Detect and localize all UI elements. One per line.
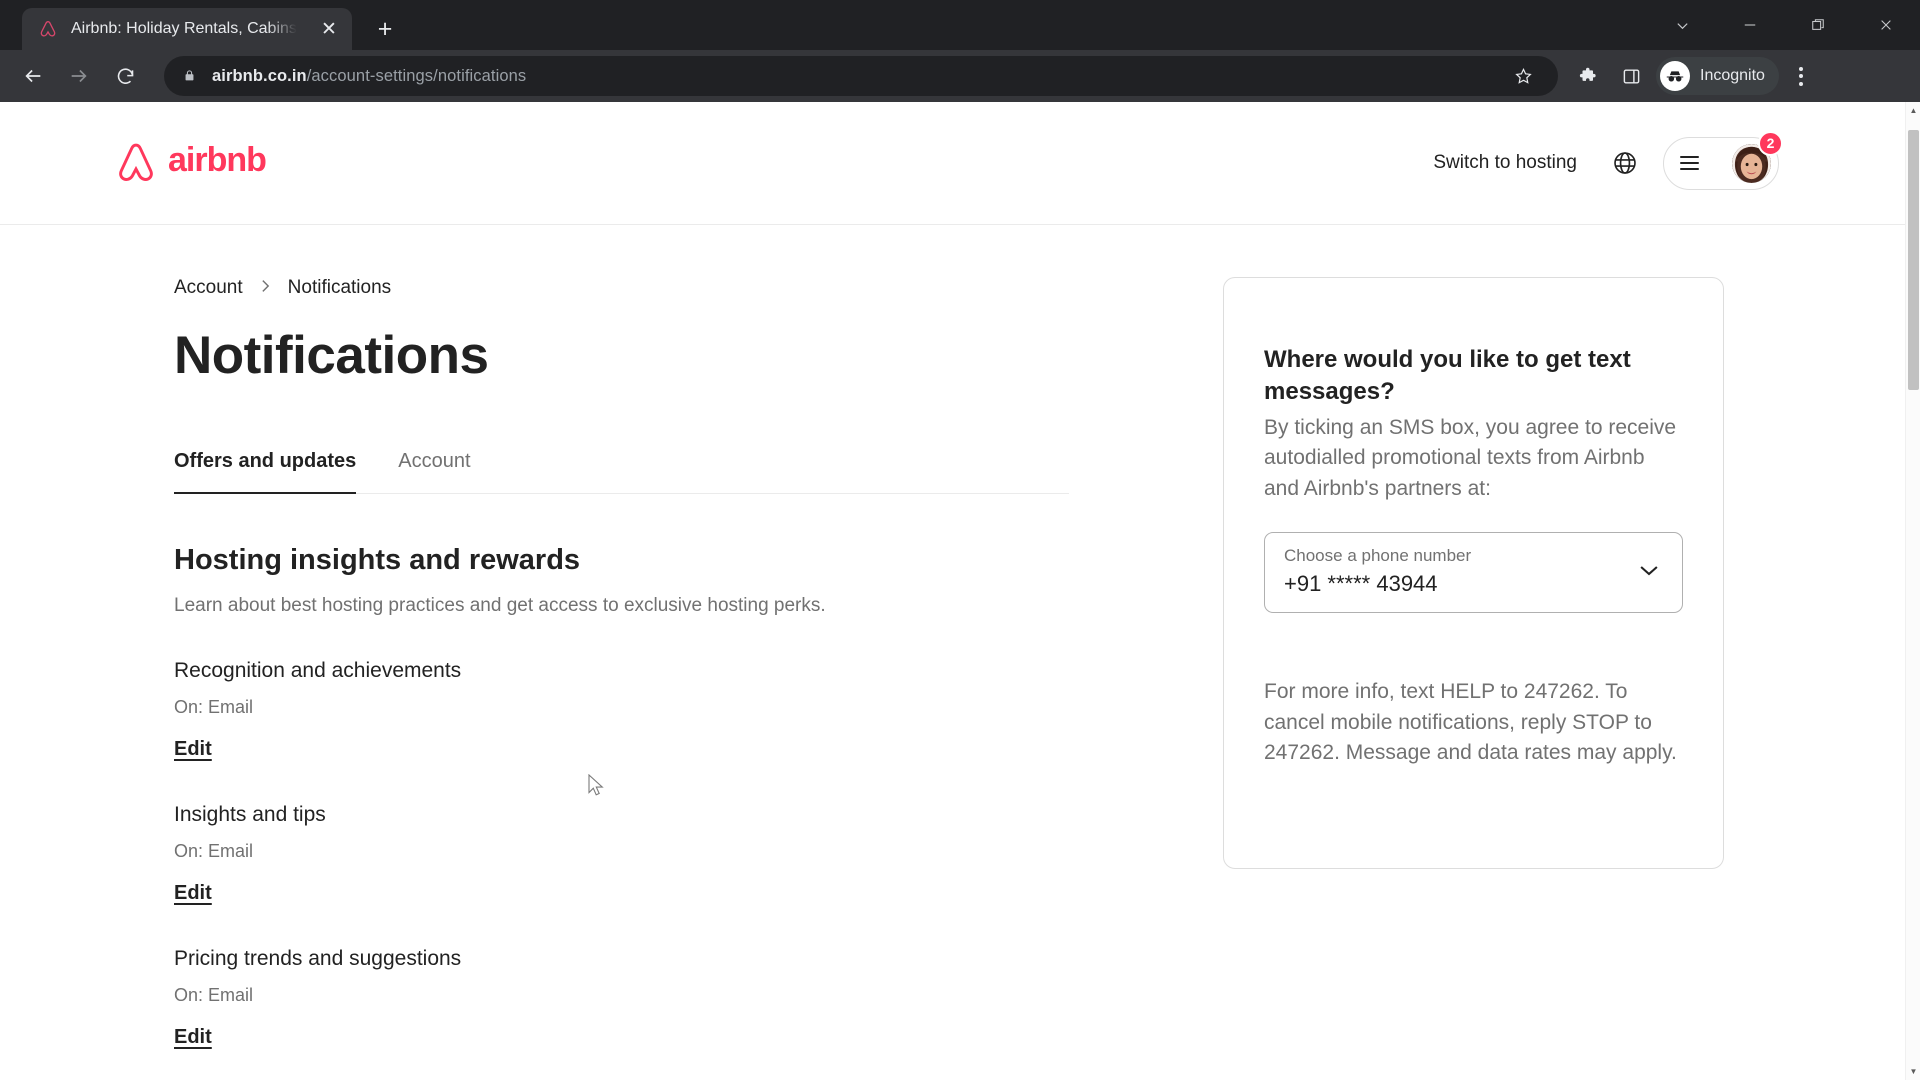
airbnb-logo-text: airbnb (168, 141, 303, 185)
notification-row: Insights and tips On: Email Edit (174, 803, 1069, 905)
switch-to-hosting-button[interactable]: Switch to hosting (1415, 139, 1595, 187)
svg-text:airbnb: airbnb (168, 142, 266, 179)
window-controls (1648, 0, 1920, 50)
sms-card-footer: For more info, text HELP to 247262. To c… (1264, 680, 1677, 764)
settings-tabs: Offers and updates Account (174, 450, 1069, 494)
sms-card-description: By ticking an SMS box, you agree to rece… (1264, 415, 1677, 500)
sms-card-title: Where would you like to get text message… (1264, 346, 1631, 406)
maximize-button[interactable] (1784, 0, 1852, 50)
notification-name: Insights and tips (174, 803, 326, 826)
breadcrumb-item-account[interactable]: Account (174, 277, 243, 299)
edit-link[interactable]: Edit (174, 738, 212, 761)
incognito-icon (1660, 61, 1690, 91)
section-subtitle: Learn about best hosting practices and g… (174, 595, 826, 616)
extensions-icon[interactable] (1568, 55, 1610, 97)
scroll-up-arrow[interactable]: ▲ (1906, 102, 1920, 119)
page-viewport: airbnb Switch to hosting 2 Account Notif… (0, 102, 1920, 1080)
toolbar-icons: Incognito (1568, 55, 1821, 97)
page-scrollbar[interactable]: ▲ ▼ (1905, 102, 1920, 1080)
close-window-button[interactable] (1852, 0, 1920, 50)
reload-button[interactable] (104, 55, 146, 97)
notification-row: Pricing trends and suggestions On: Email… (174, 947, 1069, 1049)
breadcrumb: Account Notifications (174, 277, 1069, 299)
scrollbar-thumb[interactable] (1908, 130, 1919, 390)
lock-icon (180, 67, 198, 85)
airbnb-logo-icon (115, 141, 157, 186)
notification-status: On: Email (174, 697, 254, 717)
tab-search-icon[interactable] (1648, 0, 1716, 50)
edit-link[interactable]: Edit (174, 1026, 212, 1049)
new-tab-button[interactable]: + (368, 12, 402, 46)
breadcrumb-item-notifications[interactable]: Notifications (288, 277, 392, 299)
incognito-label: Incognito (1700, 67, 1765, 84)
side-panel-icon[interactable] (1610, 55, 1652, 97)
airbnb-favicon (38, 19, 58, 39)
close-tab-icon[interactable]: ✕ (316, 16, 342, 42)
bookmark-icon[interactable] (1504, 57, 1542, 95)
airbnb-logo[interactable]: airbnb (115, 141, 303, 186)
notification-status: On: Email (174, 985, 254, 1005)
phone-select-value: +91 ***** 43944 (1284, 571, 1438, 597)
phone-number-select[interactable]: Choose a phone number +91 ***** 43944 (1264, 532, 1683, 614)
browser-toolbar: airbnb.co.in/account-settings/notificati… (0, 50, 1920, 102)
sms-info-card: Where would you like to get text message… (1223, 277, 1724, 869)
back-button[interactable] (12, 55, 54, 97)
site-header: airbnb Switch to hosting 2 (0, 102, 1905, 225)
main-content: Account Notifications Notifications Offe… (0, 225, 1905, 1049)
chevron-right-icon (260, 278, 271, 299)
notification-name: Recognition and achievements (174, 659, 462, 682)
url-host: airbnb.co.in (212, 66, 307, 85)
profile-menu-button[interactable]: 2 (1663, 130, 1783, 190)
hamburger-icon (1680, 156, 1699, 170)
scroll-down-arrow[interactable]: ▼ (1906, 1063, 1920, 1080)
minimize-button[interactable] (1716, 0, 1784, 50)
browser-tab[interactable]: Airbnb: Holiday Rentals, Cabins, B ✕ (22, 8, 352, 50)
notification-status: On: Email (174, 841, 254, 861)
browser-window: Airbnb: Holiday Rentals, Cabins, B ✕ + a… (0, 0, 1920, 1080)
section-title: Hosting insights and rewards (174, 544, 581, 576)
incognito-indicator[interactable]: Incognito (1656, 57, 1779, 95)
tab-offers-and-updates[interactable]: Offers and updates (174, 450, 357, 494)
url-text: airbnb.co.in/account-settings/notificati… (212, 67, 526, 86)
edit-link[interactable]: Edit (174, 882, 212, 905)
browser-tab-strip: Airbnb: Holiday Rentals, Cabins, B ✕ + (0, 0, 1920, 50)
site-header-actions: Switch to hosting 2 (1415, 130, 1869, 190)
info-column: Where would you like to get text message… (1223, 277, 1724, 1049)
phone-select-label: Choose a phone number (1284, 546, 1472, 566)
notification-row: Recognition and achievements On: Email E… (174, 659, 1069, 761)
page-content: airbnb Switch to hosting 2 Account Notif… (0, 102, 1905, 1080)
page-title: Notifications (174, 326, 489, 385)
browser-tab-title: Airbnb: Holiday Rentals, Cabins, B (71, 20, 299, 37)
address-bar[interactable]: airbnb.co.in/account-settings/notificati… (164, 56, 1558, 96)
notification-badge: 2 (1758, 130, 1783, 156)
globe-icon[interactable] (1601, 139, 1649, 187)
chevron-down-icon (1638, 563, 1660, 582)
tab-account[interactable]: Account (398, 450, 470, 493)
chrome-menu-icon[interactable] (1781, 55, 1821, 97)
url-path: /account-settings/notifications (306, 66, 527, 85)
settings-column: Account Notifications Notifications Offe… (174, 277, 1069, 1049)
forward-button[interactable] (58, 55, 100, 97)
notification-name: Pricing trends and suggestions (174, 947, 462, 970)
